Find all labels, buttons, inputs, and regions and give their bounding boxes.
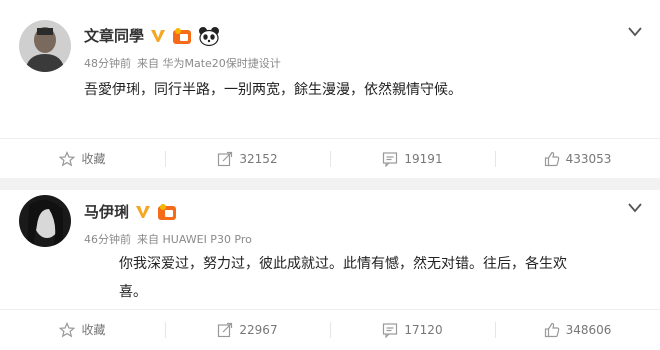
vip-badge-icon xyxy=(157,203,177,221)
post-meta: 48分钟前 来自 华为Mate20保时捷设计 xyxy=(84,55,287,71)
like-icon xyxy=(544,151,559,166)
avatar[interactable] xyxy=(19,20,71,72)
repost-count: 22967 xyxy=(239,322,278,337)
post-time: 48分钟前 xyxy=(84,57,131,70)
action-bar: 收藏 22967 17120 348606 xyxy=(0,309,660,349)
post-source: 来自 华为Mate20保时捷设计 xyxy=(137,57,281,70)
username[interactable]: 马伊琍 xyxy=(84,201,129,222)
repost-button[interactable]: 22967 xyxy=(165,310,330,349)
name-row: 文章同學 xyxy=(84,25,220,46)
username[interactable]: 文章同學 xyxy=(84,25,144,46)
comment-count: 17120 xyxy=(404,322,443,337)
comment-button[interactable]: 17120 xyxy=(330,310,495,349)
like-count: 348606 xyxy=(565,322,612,337)
like-count: 433053 xyxy=(565,151,612,166)
weibo-post-1: 文章同學 48分钟前 来自 华为Mate20保时捷设计 吾愛伊琍，同行半路，一别… xyxy=(0,0,660,178)
comment-count: 19191 xyxy=(404,151,443,166)
repost-button[interactable]: 32152 xyxy=(165,139,330,178)
post-source: 来自 HUAWEI P30 Pro xyxy=(137,233,252,246)
share-icon xyxy=(218,322,233,337)
favorite-label: 收藏 xyxy=(81,152,106,166)
like-button[interactable]: 433053 xyxy=(495,139,660,178)
name-row: 马伊琍 xyxy=(84,201,177,222)
panda-badge-icon xyxy=(198,26,220,46)
like-button[interactable]: 348606 xyxy=(495,310,660,349)
repost-count: 32152 xyxy=(239,151,278,166)
comment-icon xyxy=(383,322,398,338)
comment-button[interactable]: 19191 xyxy=(330,139,495,178)
post-text: 吾愛伊琍，同行半路，一别两宽，餘生漫漫，依然親情守候。 xyxy=(84,82,462,98)
post-separator xyxy=(0,178,660,190)
chevron-down-icon[interactable] xyxy=(628,22,642,37)
vip-badge-icon xyxy=(172,27,192,45)
favorite-label: 收藏 xyxy=(81,323,106,337)
verified-v-icon xyxy=(135,205,151,219)
post-text: 你我深爱过，努力过，彼此成就过。此情有憾，然无对错。往后，各生欢喜。 xyxy=(119,256,567,300)
like-icon xyxy=(544,322,559,337)
weibo-post-2: 马伊琍 46分钟前 来自 HUAWEI P30 Pro 你我深爱过，努力过，彼此成… xyxy=(0,190,660,350)
chevron-down-icon[interactable] xyxy=(628,198,642,213)
share-icon xyxy=(218,151,233,166)
action-bar: 收藏 32152 19191 433053 xyxy=(0,138,660,178)
star-icon xyxy=(59,150,76,166)
comment-icon xyxy=(383,151,398,167)
post-time: 46分钟前 xyxy=(84,233,131,246)
star-icon xyxy=(59,321,76,337)
avatar[interactable] xyxy=(19,195,71,247)
favorite-button[interactable]: 收藏 xyxy=(0,310,165,349)
post-meta: 46分钟前 来自 HUAWEI P30 Pro xyxy=(84,231,258,247)
verified-v-icon xyxy=(150,29,166,43)
favorite-button[interactable]: 收藏 xyxy=(0,139,165,178)
